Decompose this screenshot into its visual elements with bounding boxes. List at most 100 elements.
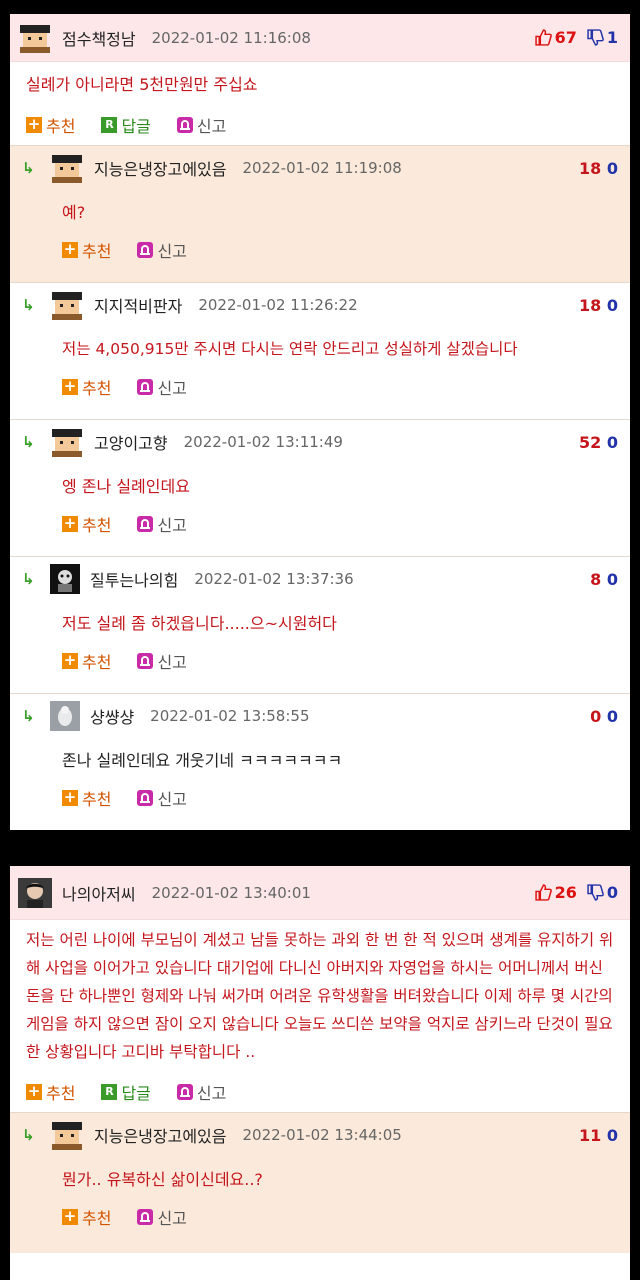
nickname[interactable]: 지지적비판자 bbox=[94, 293, 182, 317]
downvote-count: 1 bbox=[606, 28, 618, 47]
avatar[interactable] bbox=[50, 153, 84, 183]
avatar[interactable] bbox=[50, 290, 84, 320]
report-button[interactable]: 신고 bbox=[137, 786, 187, 810]
recommend-button[interactable]: 추천 bbox=[62, 786, 111, 810]
reply-arrow-icon: ↳ bbox=[22, 433, 35, 451]
plus-icon bbox=[62, 379, 78, 395]
thumbs-up-icon[interactable] bbox=[534, 884, 552, 901]
reply-button[interactable]: 답글 bbox=[101, 113, 151, 137]
vote-score: 26 0 bbox=[534, 883, 618, 902]
upvote-count: 26 bbox=[554, 883, 577, 902]
nickname[interactable]: 나의아저씨 bbox=[62, 881, 136, 905]
downvote-count: 0 bbox=[606, 883, 618, 902]
report-icon bbox=[176, 117, 193, 133]
timestamp: 2022-01-02 13:58:55 bbox=[150, 707, 310, 725]
reply-header: ↳ 지지적비판자 2022-01-02 11:26:22 18 0 bbox=[10, 283, 630, 327]
recommend-button[interactable]: 추천 bbox=[62, 649, 111, 673]
recommend-button[interactable]: 추천 bbox=[26, 1080, 75, 1104]
report-icon bbox=[137, 1209, 154, 1225]
vote-score: 67 1 bbox=[534, 28, 618, 47]
vote-score: 8 0 bbox=[590, 569, 618, 589]
nickname[interactable]: 고양이고향 bbox=[94, 430, 168, 454]
upvote-count: 67 bbox=[554, 28, 577, 47]
reply-item: ↳ 고양이고향 2022-01-02 13:11:49 52 0 엥 존나 실례… bbox=[10, 419, 630, 556]
report-button[interactable]: 신고 bbox=[137, 1205, 187, 1229]
reply-actions: 추천 신고 bbox=[10, 505, 630, 543]
reply-header: ↳ 지능은냉장고에있음 2022-01-02 13:44:05 11 0 bbox=[10, 1113, 630, 1157]
reply-actions: 추천 신고 bbox=[10, 368, 630, 406]
vote-score: 11 0 bbox=[579, 1125, 618, 1145]
recommend-button[interactable]: 추천 bbox=[62, 1205, 111, 1229]
report-icon bbox=[137, 653, 154, 669]
report-icon bbox=[137, 516, 154, 532]
avatar[interactable] bbox=[50, 564, 80, 594]
report-icon bbox=[137, 790, 154, 806]
reply-text: 예? bbox=[62, 203, 86, 222]
reply-text: 존나 실례인데요 개웃기네 ㅋㅋㅋㅋㅋㅋㅋ bbox=[62, 751, 343, 770]
reply-arrow-icon: ↳ bbox=[22, 570, 35, 588]
reply-item: ↳ 지능은냉장고에있음 2022-01-02 13:44:05 11 0 뭔가.… bbox=[10, 1112, 630, 1253]
reply-item: ↳ 질투는나의힘 2022-01-02 13:37:36 8 0 저도 실례 좀… bbox=[10, 556, 630, 693]
comment-thread-1: 점수책정남 2022-01-02 11:16:08 67 1 실례가 아니라면 … bbox=[10, 14, 630, 830]
reply-arrow-icon: ↳ bbox=[22, 1126, 35, 1144]
reply-text: 엥 존나 실례인데요 bbox=[62, 477, 190, 496]
thumbs-up-icon[interactable] bbox=[534, 29, 552, 46]
comment-text: 실례가 아니라면 5천만원만 주십쇼 bbox=[26, 75, 258, 94]
reply-text: 저도 실례 좀 하겠읍니다.....으~시원허다 bbox=[62, 614, 337, 633]
comment-actions: 추천 답글 신고 bbox=[10, 1072, 630, 1112]
report-button[interactable]: 신고 bbox=[137, 512, 187, 536]
report-icon bbox=[137, 242, 154, 258]
timestamp: 2022-01-02 11:19:08 bbox=[242, 159, 402, 177]
reply-item: ↳ 지능은냉장고에있음 2022-01-02 11:19:08 18 0 예? … bbox=[10, 145, 630, 282]
nickname[interactable]: 질투는나의힘 bbox=[90, 567, 178, 591]
nickname[interactable]: 샹썅샹 bbox=[90, 704, 134, 728]
plus-icon bbox=[62, 242, 78, 258]
reply-button[interactable]: 답글 bbox=[101, 1080, 151, 1104]
comment-actions: 추천 답글 신고 bbox=[10, 105, 630, 145]
report-button[interactable]: 신고 bbox=[137, 238, 187, 262]
recommend-button[interactable]: 추천 bbox=[62, 512, 111, 536]
nickname[interactable]: 지능은냉장고에있음 bbox=[94, 156, 226, 180]
recommend-button[interactable]: 추천 bbox=[62, 375, 111, 399]
reply-arrow-icon: ↳ bbox=[22, 159, 35, 177]
thumbs-down-icon[interactable] bbox=[587, 29, 604, 46]
avatar[interactable] bbox=[50, 427, 84, 457]
recommend-button[interactable]: 추천 bbox=[26, 113, 75, 137]
reply-item: ↳ 지지적비판자 2022-01-02 11:26:22 18 0 저는 4,0… bbox=[10, 282, 630, 419]
report-button[interactable]: 신고 bbox=[137, 375, 187, 399]
avatar[interactable] bbox=[18, 877, 52, 908]
reply-header: ↳ 샹썅샹 2022-01-02 13:58:55 0 0 bbox=[10, 694, 630, 738]
reply-header: ↳ 고양이고향 2022-01-02 13:11:49 52 0 bbox=[10, 420, 630, 464]
reply-header: ↳ 지능은냉장고에있음 2022-01-02 11:19:08 18 0 bbox=[10, 146, 630, 190]
reply-arrow-icon: ↳ bbox=[22, 296, 35, 314]
nickname[interactable]: 지능은냉장고에있음 bbox=[94, 1123, 226, 1147]
vote-score: 0 0 bbox=[590, 706, 618, 726]
reply-item: ↳ 샹썅샹 2022-01-02 13:58:55 0 0 존나 실례인데요 개… bbox=[10, 693, 630, 830]
vote-score: 18 0 bbox=[579, 158, 618, 178]
timestamp: 2022-01-02 13:44:05 bbox=[242, 1126, 402, 1144]
report-button[interactable]: 신고 bbox=[137, 649, 187, 673]
report-button[interactable]: 신고 bbox=[176, 1080, 226, 1104]
timestamp: 2022-01-02 13:11:49 bbox=[183, 433, 343, 451]
avatar[interactable] bbox=[50, 1120, 84, 1150]
timestamp: 2022-01-02 13:37:36 bbox=[194, 570, 354, 588]
report-button[interactable]: 신고 bbox=[176, 113, 226, 137]
recommend-button[interactable]: 추천 bbox=[62, 238, 111, 262]
comment-header: 점수책정남 2022-01-02 11:16:08 67 1 bbox=[10, 14, 630, 62]
avatar[interactable] bbox=[18, 23, 52, 53]
report-icon bbox=[137, 379, 154, 395]
reply-text: 저는 4,050,915만 주시면 다시는 연락 안드리고 성실하게 살겠습니다 bbox=[62, 340, 518, 358]
thumbs-down-icon[interactable] bbox=[587, 884, 604, 901]
reply-icon bbox=[101, 117, 118, 133]
timestamp: 2022-01-02 13:40:01 bbox=[151, 883, 311, 902]
plus-icon bbox=[62, 516, 78, 532]
comment-text: 저는 어린 나이에 부모님이 계셨고 남들 못하는 과외 한 번 한 적 있으며… bbox=[26, 931, 614, 1061]
avatar[interactable] bbox=[50, 701, 80, 731]
reply-actions: 추천 신고 bbox=[10, 642, 630, 680]
plus-icon bbox=[26, 1084, 42, 1100]
plus-icon bbox=[62, 790, 78, 806]
reply-text: 뭔가.. 유복하신 삶이신데요..? bbox=[62, 1170, 263, 1189]
plus-icon bbox=[62, 653, 78, 669]
comment-header: 나의아저씨 2022-01-02 13:40:01 26 0 bbox=[10, 866, 630, 920]
nickname[interactable]: 점수책정남 bbox=[62, 26, 136, 50]
